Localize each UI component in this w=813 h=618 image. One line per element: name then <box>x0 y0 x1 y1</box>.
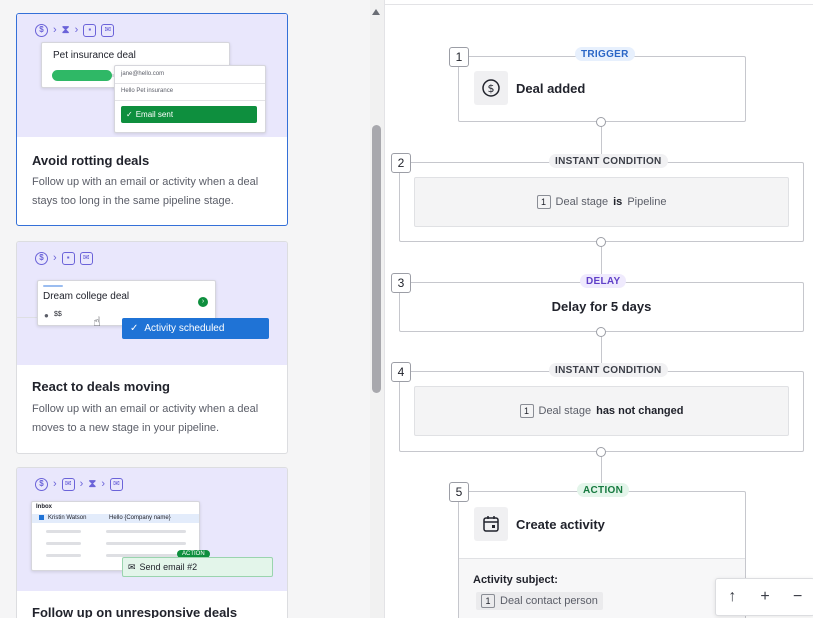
check-icon: ✓ <box>126 110 133 119</box>
inbox-label: Inbox <box>36 504 52 510</box>
activity-subject-value: 1 Deal contact person <box>476 592 603 610</box>
email-mini-card: jane@hello.com Hello Pet insurance ✓ Ema… <box>114 65 266 133</box>
template-title: Follow up on unresponsive deals <box>32 605 238 618</box>
activity-subject-label: Activity subject: <box>473 574 558 586</box>
condition-operator: has not changed <box>596 405 684 417</box>
delay-step-card[interactable]: Delay for 5 days <box>399 282 804 332</box>
condition-tag: INSTANT CONDITION <box>549 154 668 168</box>
condition-rule: 1 Deal stage is Pipeline <box>414 177 789 227</box>
calendar-icon: ▪ <box>83 23 97 37</box>
trigger-tag: TRIGGER <box>575 47 635 61</box>
arrow-right-circle-icon: › <box>198 297 208 307</box>
arrow-up-icon[interactable]: ↑ <box>718 588 746 606</box>
deal-name: Dream college deal <box>43 291 130 302</box>
condition-operator: is <box>613 196 623 208</box>
action-tag: ACTION <box>577 483 630 497</box>
email-subject: Hello Pet insurance <box>121 88 174 94</box>
hourglass-icon: ⧗ <box>88 477 97 490</box>
deal-name: Pet insurance deal <box>53 50 136 61</box>
checkbox-icon <box>39 515 44 520</box>
connector-dot <box>596 327 606 337</box>
deal-value: $$ <box>54 311 62 318</box>
workflow-preview: $ Deal added 1 TRIGGER 1 Deal stage is P… <box>385 0 813 618</box>
condition-rule: 1 Deal stage has not changed <box>414 386 789 436</box>
hourglass-icon: ⧗ <box>61 23 70 36</box>
email-subject: Hello {Company name} <box>109 515 171 521</box>
step-number: 3 <box>391 273 411 293</box>
template-card-react-to-deals-moving[interactable]: $ › ▪ ✉ Dream college deal › ● $$ ☝ ✓ Act… <box>16 241 288 454</box>
mail-icon: ✉ <box>128 561 136 572</box>
zoom-in-icon[interactable]: + <box>751 588 779 606</box>
activity-scheduled-button: ✓ Activity scheduled <box>122 318 269 339</box>
condition-tag: INSTANT CONDITION <box>549 363 668 377</box>
template-title: React to deals moving <box>32 379 170 394</box>
workflow-chain-icons: $ › ⧗ › ▪ ✉ <box>35 22 115 38</box>
scroll-up-arrow-icon[interactable] <box>372 9 380 15</box>
email-from: jane@hello.com <box>121 71 165 77</box>
scrollbar-thumb[interactable] <box>372 125 381 393</box>
connector-dot <box>596 447 606 457</box>
calendar-icon <box>474 507 508 541</box>
dollar-icon: $ <box>35 251 48 265</box>
template-description: Follow up with an email or activity when… <box>32 403 259 434</box>
mail-icon: ✉ <box>61 477 75 491</box>
workflow-chain-icons: $ › ✉ › ⧗ › ✉ <box>35 476 124 492</box>
mail-icon: ✉ <box>110 477 124 491</box>
template-list: $ › ⧗ › ▪ ✉ Pet insurance deal jane@hello.… <box>0 0 370 618</box>
step-label: Create activity <box>516 517 605 532</box>
email-sent-button: ✓ Email sent <box>121 106 257 123</box>
step-number: 2 <box>391 153 411 173</box>
mail-icon: ✉ <box>101 23 115 37</box>
hand-cursor-icon: ☝ <box>93 314 101 329</box>
zoom-out-icon[interactable]: − <box>784 588 812 606</box>
dollar-icon: $ <box>35 477 48 491</box>
condition-field: Deal stage <box>555 196 609 208</box>
step-reference-chip: 1 <box>536 195 551 209</box>
step-label: Deal added <box>516 81 586 96</box>
template-illustration: $ › ▪ ✉ Dream college deal › ● $$ ☝ ✓ Act… <box>17 242 287 365</box>
deal-progress-bar <box>52 70 112 81</box>
delay-tag: DELAY <box>580 274 627 288</box>
svg-text:$: $ <box>488 82 495 95</box>
person-icon: ● <box>44 311 49 320</box>
step-number: 1 <box>449 47 469 67</box>
trigger-step-card[interactable]: $ Deal added <box>458 56 746 122</box>
template-illustration: $ › ✉ › ⧗ › ✉ Inbox Kristin Watson Hello {C… <box>17 468 287 591</box>
condition-step-card[interactable]: 1 Deal stage is Pipeline <box>399 162 804 242</box>
send-email-chip: ✉ Send email #2 <box>122 557 273 577</box>
step-number: 4 <box>391 362 411 382</box>
template-description: Follow up with an email or activity when… <box>32 176 259 207</box>
action-step-card[interactable]: Create activity Activity subject: 1 Deal… <box>458 491 746 618</box>
template-card-avoid-rotting-deals[interactable]: $ › ⧗ › ▪ ✉ Pet insurance deal jane@hello.… <box>16 13 288 226</box>
template-card-follow-up-unresponsive[interactable]: $ › ✉ › ⧗ › ✉ Inbox Kristin Watson Hello {C… <box>16 467 288 618</box>
connector-dot <box>596 117 606 127</box>
condition-value: Pipeline <box>627 196 667 208</box>
connector-dot <box>596 237 606 247</box>
mail-icon: ✉ <box>79 251 93 265</box>
step-reference-chip: 1 <box>481 594 495 608</box>
workflow-chain-icons: $ › ▪ ✉ <box>35 250 93 266</box>
sender-name: Kristin Watson <box>48 515 87 521</box>
canvas-controls: ↑ + − <box>715 578 813 616</box>
check-icon: ✓ <box>130 323 139 334</box>
template-title: Avoid rotting deals <box>32 153 150 168</box>
step-label: Delay for 5 days <box>551 299 652 314</box>
condition-field: Deal stage <box>538 405 592 417</box>
step-reference-chip: 1 <box>519 404 534 418</box>
dollar-icon: $ <box>35 23 48 37</box>
dollar-circle-icon: $ <box>474 71 508 105</box>
condition-step-card[interactable]: 1 Deal stage has not changed <box>399 371 804 452</box>
step-number: 5 <box>449 482 469 502</box>
calendar-icon: ▪ <box>61 251 75 265</box>
template-illustration: $ › ⧗ › ▪ ✉ Pet insurance deal jane@hello.… <box>17 14 287 137</box>
